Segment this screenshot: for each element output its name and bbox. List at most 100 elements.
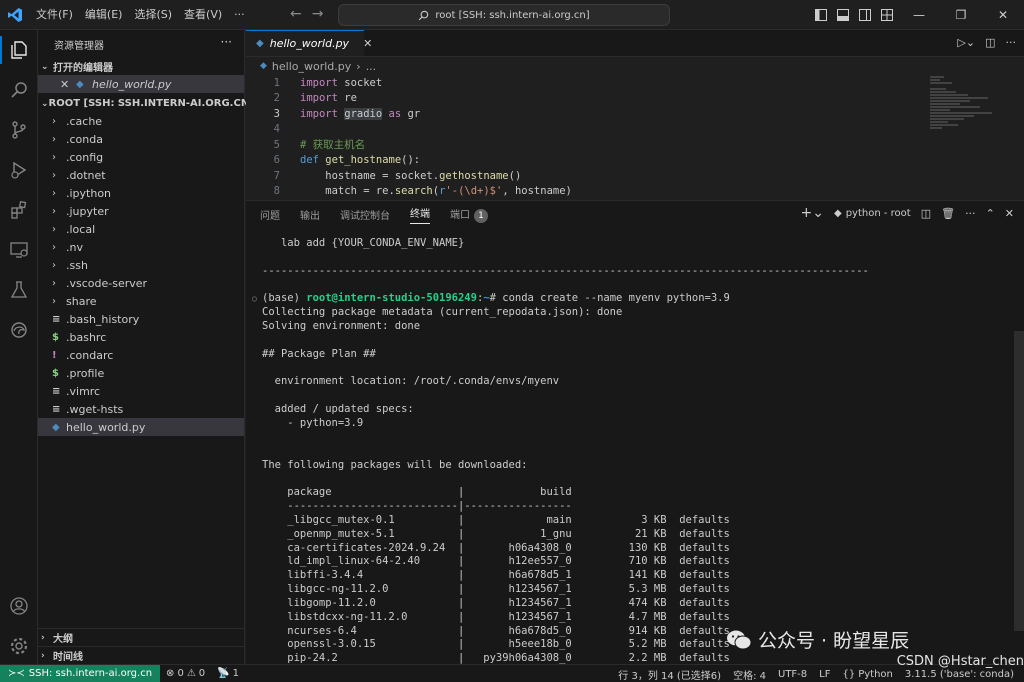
file-item[interactable]: ≡ .vimrc — [38, 382, 244, 400]
split-terminal-icon[interactable]: ◫ — [921, 207, 931, 220]
ports-indicator[interactable]: 📡 1 — [211, 668, 245, 679]
testing-icon[interactable] — [0, 270, 38, 310]
terminal-output[interactable]: lab add {YOUR_CONDA_ENV_NAME} -----------… — [252, 237, 1002, 666]
edge-devtools-icon[interactable] — [0, 310, 38, 350]
file-item[interactable]: $ .bashrc — [38, 328, 244, 346]
search-icon[interactable] — [0, 70, 38, 110]
code-line[interactable]: 3 import gradio as gr — [246, 106, 1024, 122]
remote-explorer-icon[interactable] — [0, 230, 38, 270]
run-python-file-icon[interactable]: ▷⌄ — [957, 36, 975, 49]
folder-item[interactable]: › .config — [38, 148, 244, 166]
shell-file-icon: $ — [52, 367, 59, 379]
timeline-section[interactable]: › 时间线 — [38, 646, 245, 664]
breadcrumb-more[interactable]: ... — [366, 60, 377, 73]
panel-tab[interactable]: 问题 — [260, 207, 280, 222]
folder-item[interactable]: › .nv — [38, 238, 244, 256]
close-icon[interactable]: ✕ — [60, 78, 76, 91]
folder-item[interactable]: › .conda — [38, 130, 244, 148]
code-line[interactable]: 5 # 获取主机名 — [246, 137, 1024, 153]
menu-item[interactable]: 选择(S) — [128, 0, 178, 30]
folder-item[interactable]: › .ipython — [38, 184, 244, 202]
open-editor-item[interactable]: ✕ ◆ hello_world.py — [38, 75, 244, 93]
panel-tab[interactable]: 调试控制台 — [340, 207, 390, 222]
code-editor[interactable]: 1 import socket 2 import re 3 import gradio a… — [246, 75, 1024, 199]
open-editors-section[interactable]: ⌄ 打开的编辑器 — [38, 58, 244, 75]
toggle-primary-sidebar-icon[interactable] — [810, 0, 832, 30]
breadcrumb-file[interactable]: hello_world.py — [272, 60, 351, 73]
search-icon — [419, 10, 429, 20]
terminal-instance[interactable]: ◆ python - root — [834, 208, 911, 219]
editor-tab-bar: ◆ hello_world.py ✕ ▷⌄ ◫ ··· — [246, 30, 1024, 57]
toggle-secondary-sidebar-icon[interactable] — [854, 0, 876, 30]
source-control-icon[interactable] — [0, 110, 38, 150]
editor-tab-hello-world[interactable]: ◆ hello_world.py ✕ — [246, 30, 372, 56]
config-file-icon: ! — [52, 349, 57, 361]
folder-item[interactable]: › share — [38, 292, 244, 310]
kill-terminal-icon[interactable]: 🗑 — [941, 207, 955, 220]
folder-item[interactable]: › .ssh — [38, 256, 244, 274]
file-item[interactable]: ◆ hello_world.py — [38, 418, 244, 436]
run-debug-icon[interactable] — [0, 150, 38, 190]
split-editor-icon[interactable]: ◫ — [985, 36, 995, 49]
error-count: 0 — [177, 668, 184, 679]
folder-item[interactable]: › .cache — [38, 112, 244, 130]
timeline-label: 时间线 — [53, 652, 83, 663]
explorer-icon[interactable] — [0, 30, 38, 70]
maximize-panel-icon[interactable]: ⌃ — [986, 207, 995, 220]
more-actions-icon[interactable]: ··· — [1006, 36, 1017, 49]
code-line[interactable]: 2 import re — [246, 91, 1024, 107]
close-panel-icon[interactable]: ✕ — [1005, 207, 1014, 220]
code-line[interactable]: 8 match = re.search(r'-(\d+)$', hostname… — [246, 184, 1024, 200]
prompt-user: root@intern-studio-50196249 — [306, 292, 477, 305]
folder-item[interactable]: › .vscode-server — [38, 274, 244, 292]
new-terminal-icon[interactable]: +⌄ — [801, 205, 824, 221]
minimap[interactable] — [930, 76, 1010, 156]
minimize-button[interactable]: — — [898, 0, 940, 30]
panel-tab[interactable]: 端口 1 — [450, 206, 488, 223]
folder-item[interactable]: › .local — [38, 220, 244, 238]
menu-item[interactable]: 文件(F) — [30, 0, 79, 30]
command-center-search[interactable]: root [SSH: ssh.intern-ai.org.cn] — [338, 4, 670, 26]
cursor-position[interactable]: 行 3，列 14 (已选择6) — [612, 667, 727, 682]
more-actions-icon[interactable]: ··· — [965, 207, 976, 220]
menu-item[interactable]: ··· — [228, 0, 251, 30]
customize-layout-icon[interactable] — [876, 0, 898, 30]
terminal-scrollbar[interactable] — [1014, 331, 1024, 631]
panel-tab[interactable]: 输出 — [300, 207, 320, 222]
code-text: match = re.search(r'-(\d+)$', hostname) — [300, 185, 572, 198]
python-interpreter[interactable]: 3.11.5 ('base': conda) — [899, 669, 1020, 680]
remote-indicator[interactable]: ≻≺ SSH: ssh.intern-ai.org.cn — [0, 664, 161, 682]
account-icon[interactable] — [0, 586, 38, 626]
terminal-line: added / updated specs: — [262, 403, 414, 416]
more-actions-icon[interactable]: ··· — [221, 35, 232, 49]
file-item[interactable]: ! .condarc — [38, 346, 244, 364]
code-line[interactable]: 4 — [246, 122, 1024, 138]
close-tab-icon[interactable]: ✕ — [363, 37, 372, 50]
panel-tab[interactable]: 终端 — [410, 205, 430, 224]
chevron-right-icon: › — [41, 632, 45, 643]
settings-gear-icon[interactable] — [0, 626, 38, 666]
language-mode[interactable]: {} Python — [836, 669, 898, 680]
close-button[interactable]: ✕ — [982, 0, 1024, 30]
code-line[interactable]: 6 def get_hostname(): — [246, 153, 1024, 169]
menu-item[interactable]: 查看(V) — [178, 0, 228, 30]
encoding[interactable]: UTF-8 — [772, 669, 813, 680]
end-of-line[interactable]: LF — [813, 669, 836, 680]
file-item[interactable]: ≡ .wget-hsts — [38, 400, 244, 418]
problems-indicator[interactable]: ⊗ 0 ⚠ 0 — [160, 668, 211, 679]
extensions-icon[interactable] — [0, 190, 38, 230]
file-item[interactable]: $ .profile — [38, 364, 244, 382]
indentation[interactable]: 空格: 4 — [727, 667, 772, 682]
folder-item[interactable]: › .jupyter — [38, 202, 244, 220]
menu-item[interactable]: 编辑(E) — [79, 0, 129, 30]
outline-section[interactable]: › 大纲 — [38, 628, 245, 646]
code-line[interactable]: 7 hostname = socket.gethostname() — [246, 168, 1024, 184]
root-folder-section[interactable]: ⌄ ROOT [SSH: SSH.INTERN-AI.ORG.CN] — [38, 95, 254, 112]
folder-item[interactable]: › .dotnet — [38, 166, 244, 184]
back-arrow-icon[interactable]: ← — [290, 6, 302, 22]
file-item[interactable]: ≡ .bash_history — [38, 310, 244, 328]
toggle-panel-icon[interactable] — [832, 0, 854, 30]
restore-button[interactable]: ❐ — [940, 0, 982, 30]
code-line[interactable]: 1 import socket — [246, 75, 1024, 91]
forward-arrow-icon[interactable]: → — [312, 6, 324, 22]
